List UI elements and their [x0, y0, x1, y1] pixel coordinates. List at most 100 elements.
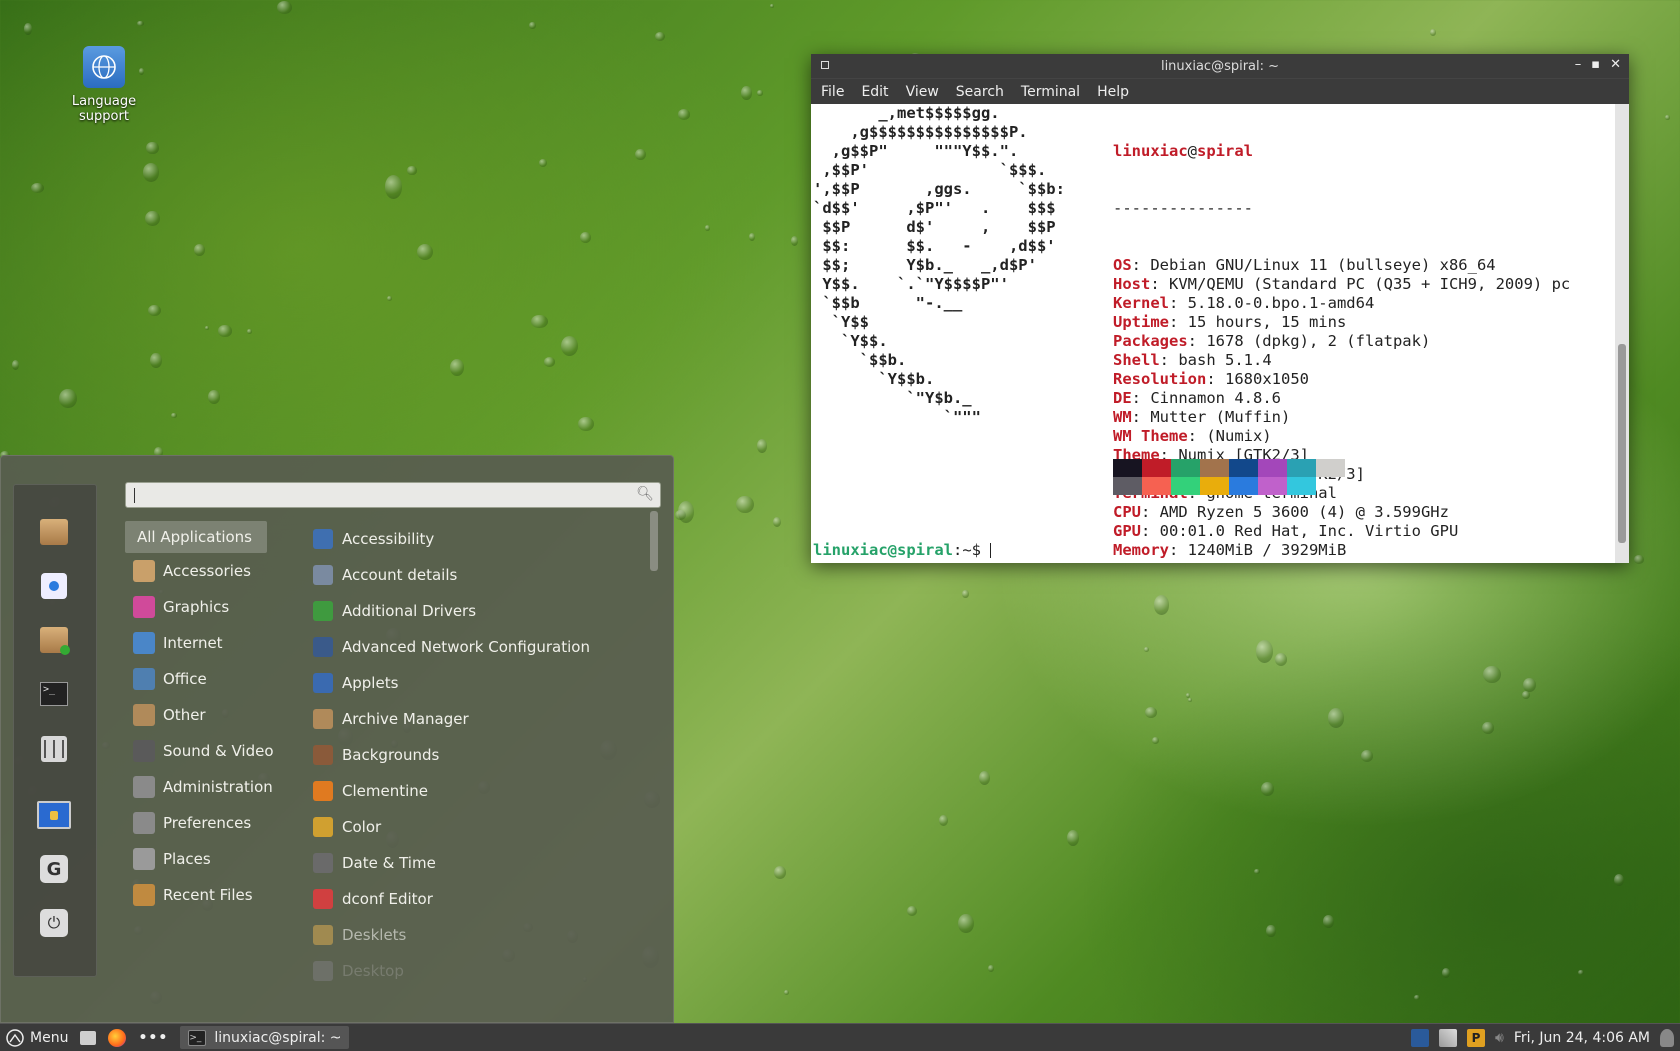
- category-item[interactable]: Administration: [125, 769, 295, 805]
- favorite-logout-icon[interactable]: G: [37, 852, 71, 886]
- menu-terminal[interactable]: Terminal: [1021, 84, 1080, 100]
- menu-scrollbar[interactable]: [649, 511, 659, 986]
- raindrop: [1442, 968, 1450, 979]
- raindrop: [1261, 782, 1275, 796]
- raindrop: [1266, 924, 1276, 938]
- app-item[interactable]: Advanced Network Configuration: [313, 629, 643, 665]
- ascii-line: $$; Y$b._ _,d$P': [813, 256, 1037, 274]
- app-item[interactable]: Applets: [313, 665, 643, 701]
- category-item[interactable]: Preferences: [125, 805, 295, 841]
- raindrop: [1274, 652, 1288, 666]
- raindrop: [790, 236, 799, 246]
- app-icon: [313, 673, 333, 693]
- info-line: WM Theme: (Numix): [1113, 427, 1570, 446]
- raindrop: [678, 501, 694, 523]
- parcellite-icon[interactable]: P: [1467, 1028, 1485, 1047]
- app-item[interactable]: Accessibility: [313, 521, 643, 557]
- search-input[interactable]: 🔍︎: [125, 482, 661, 508]
- menu-search[interactable]: Search: [956, 84, 1004, 100]
- category-item[interactable]: Other: [125, 697, 295, 733]
- menu-edit[interactable]: Edit: [861, 84, 888, 100]
- app-item[interactable]: Desklets: [313, 917, 643, 953]
- info-value: : 1680x1050: [1206, 370, 1309, 388]
- raindrop: [1187, 697, 1193, 702]
- category-item[interactable]: Sound & Video: [125, 733, 295, 769]
- volume-icon[interactable]: 🔊︎: [1495, 1030, 1504, 1046]
- app-label: Backgrounds: [342, 746, 440, 764]
- ascii-line: `Y$$b.: [813, 370, 935, 388]
- menu-button[interactable]: Menu: [0, 1024, 74, 1051]
- close-icon[interactable]: ✕: [1610, 57, 1621, 72]
- raindrop: [1067, 829, 1079, 846]
- raindrop: [142, 163, 160, 182]
- category-item[interactable]: Graphics: [125, 589, 295, 625]
- category-item[interactable]: Places: [125, 841, 295, 877]
- category-icon: [133, 668, 155, 690]
- raindrop: [741, 86, 752, 100]
- app-item[interactable]: Backgrounds: [313, 737, 643, 773]
- app-item[interactable]: dconf Editor: [313, 881, 643, 917]
- menu-icon: [6, 1028, 24, 1047]
- window-menu-icon[interactable]: [821, 61, 829, 69]
- favorite-lock-screen-icon[interactable]: [37, 798, 71, 832]
- title-bar[interactable]: linuxiac@spiral: ~ – ▪ ✕: [811, 54, 1629, 78]
- raindrop: [1429, 28, 1436, 37]
- terminal-scrollbar[interactable]: [1615, 104, 1629, 563]
- favorite-settings-sliders-icon[interactable]: [37, 732, 71, 766]
- info-value: : 5.18.0-0.bpo.1-amd64: [1169, 294, 1375, 312]
- raindrop: [957, 913, 974, 934]
- category-item[interactable]: Accessories: [125, 553, 295, 589]
- ascii-line: `Y$$.: [813, 332, 888, 350]
- taskbar-item-terminal[interactable]: >_ linuxiac@spiral: ~: [180, 1026, 350, 1049]
- raindrop: [148, 305, 161, 317]
- favorite-terminal-icon[interactable]: >_: [37, 677, 71, 711]
- menu-help[interactable]: Help: [1097, 84, 1129, 100]
- network-icon[interactable]: [1411, 1028, 1429, 1047]
- menu-file[interactable]: File: [821, 84, 844, 100]
- category-item[interactable]: Recent Files: [125, 877, 295, 913]
- app-item[interactable]: Date & Time: [313, 845, 643, 881]
- raindrop: [146, 141, 159, 155]
- raindrop: [736, 495, 754, 514]
- app-icon: [313, 925, 333, 945]
- app-label: Additional Drivers: [342, 602, 477, 620]
- terminal-window[interactable]: linuxiac@spiral: ~ – ▪ ✕ File Edit View …: [811, 54, 1629, 563]
- raindrop: [208, 390, 220, 404]
- favorite-package-install-icon[interactable]: [37, 623, 71, 657]
- shell-prompt[interactable]: linuxiac@spiral:~$: [813, 541, 992, 560]
- raindrop: [748, 232, 756, 242]
- desktop-icon-language-support[interactable]: Language support: [62, 46, 146, 124]
- app-label: Applets: [342, 674, 399, 692]
- favorite-power-icon[interactable]: ⏻: [37, 906, 71, 940]
- app-item[interactable]: Archive Manager: [313, 701, 643, 737]
- minimize-icon[interactable]: –: [1575, 57, 1582, 72]
- user-icon[interactable]: [1660, 1028, 1674, 1047]
- raindrop: [677, 109, 691, 120]
- category-item[interactable]: Internet: [125, 625, 295, 661]
- app-item[interactable]: Color: [313, 809, 643, 845]
- maximize-icon[interactable]: ▪: [1591, 57, 1600, 72]
- app-item[interactable]: Clementine: [313, 773, 643, 809]
- raindrop: [205, 325, 210, 330]
- raindrop: [247, 329, 253, 334]
- info-line: Shell: bash 5.1.4: [1113, 351, 1570, 370]
- pen-tool-icon[interactable]: [1439, 1028, 1457, 1047]
- raindrop: [773, 865, 787, 880]
- terminal-output[interactable]: _,met$$$$$gg. ,g$$$$$$$$$$$$$$$P. ,g$$P"…: [811, 104, 1615, 563]
- raindrop: [1255, 640, 1273, 663]
- app-item[interactable]: Account details: [313, 557, 643, 593]
- show-desktop-button[interactable]: [74, 1024, 102, 1051]
- app-item[interactable]: Desktop: [313, 953, 643, 981]
- clock[interactable]: Fri, Jun 24, 4:06 AM: [1514, 1030, 1650, 1046]
- info-value: : bash 5.1.4: [1159, 351, 1272, 369]
- ascii-line: ,g$$P" """Y$$.".: [813, 142, 1019, 160]
- app-item[interactable]: Additional Drivers: [313, 593, 643, 629]
- firefox-launcher[interactable]: [102, 1024, 132, 1051]
- info-value: : (Numix): [1187, 427, 1272, 445]
- category-item[interactable]: Office: [125, 661, 295, 697]
- favorite-package-icon[interactable]: [37, 515, 71, 549]
- more-launchers-button[interactable]: •••: [132, 1024, 174, 1051]
- app-icon: [313, 961, 333, 981]
- favorite-software-store-icon[interactable]: [37, 569, 71, 603]
- menu-view[interactable]: View: [906, 84, 939, 100]
